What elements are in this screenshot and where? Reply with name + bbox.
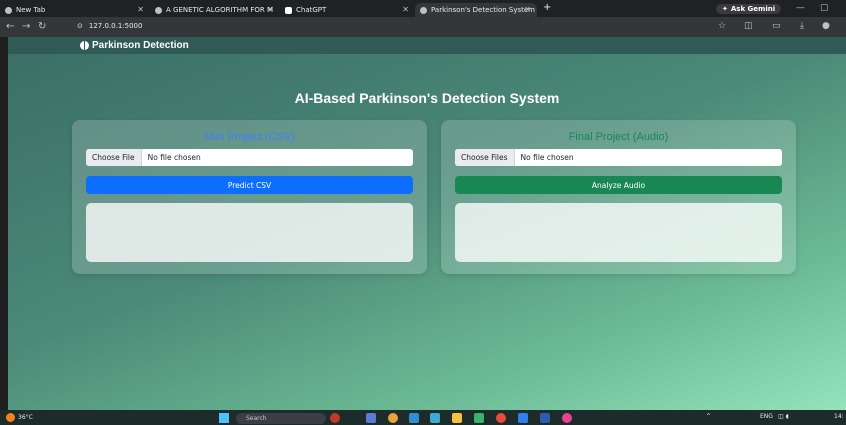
page-title: AI-Based Parkinson's Detection System (294, 90, 560, 106)
app-navbar: Parkinson Detection (8, 37, 846, 54)
address-bar-row: ← → ↻ ⊙ 127.0.0.1:5000 ☆ ◫ ▭ ⤓ ● (0, 17, 846, 37)
predict-csv-button[interactable]: Predict CSV (86, 176, 413, 194)
mini-project-card: Mini Project (CSV) Choose File No file c… (72, 120, 427, 274)
choose-file-button[interactable]: Choose File (86, 149, 142, 166)
store-icon[interactable] (430, 413, 440, 423)
gemini-star-icon: ✦ (722, 5, 728, 13)
taskbar-app-icon[interactable] (474, 413, 484, 423)
file-status: No file chosen (520, 153, 574, 162)
tray-overflow-icon[interactable]: ^ (706, 413, 711, 420)
brain-icon (80, 41, 89, 50)
card-title: Final Project (Audio) (568, 131, 669, 143)
reload-icon[interactable]: ↻ (38, 21, 46, 32)
close-tab-icon[interactable]: ✕ (137, 5, 144, 14)
tab-favicon-icon (5, 6, 12, 14)
back-icon[interactable]: ← (6, 21, 14, 32)
bookmark-star-icon[interactable]: ☆ (718, 21, 726, 31)
extensions-icon[interactable]: ◫ (744, 21, 753, 31)
tab-favicon-icon (155, 6, 162, 14)
taskbar-app-icon[interactable] (562, 413, 572, 423)
close-tab-icon[interactable]: ✕ (267, 5, 274, 14)
file-explorer-icon[interactable] (452, 413, 462, 423)
windows-taskbar: 36°C Search ^ ENG ◫ ◖ 14: (0, 410, 846, 425)
minimize-icon[interactable]: — (796, 3, 805, 13)
task-view-icon[interactable] (366, 413, 376, 423)
new-tab-button[interactable]: + (543, 2, 551, 13)
tab-new-tab[interactable]: New Tab ✕ (0, 3, 150, 17)
taskbar-app-icon[interactable] (330, 413, 340, 423)
audio-file-input[interactable]: Choose Files No file chosen (455, 149, 782, 166)
profile-avatar-icon[interactable]: ● (822, 21, 830, 31)
download-icon[interactable]: ⤓ (800, 21, 804, 31)
tab-chatgpt[interactable]: ChatGPT ✕ (280, 3, 415, 17)
navbar-brand[interactable]: Parkinson Detection (80, 40, 189, 51)
weather-sun-icon (6, 413, 15, 422)
browser-tab-strip: New Tab ✕ A GENETIC ALGORITHM FOR M ✕ Ch… (0, 0, 846, 17)
taskbar-app-icon[interactable] (496, 413, 506, 423)
ask-gemini-button[interactable]: ✦ Ask Gemini (716, 4, 782, 14)
tab-favicon-icon (420, 6, 427, 14)
clock[interactable]: 14: (834, 413, 844, 420)
restore-icon[interactable]: ▢ (820, 3, 829, 13)
tab-genetic-algorithm[interactable]: A GENETIC ALGORITHM FOR M ✕ (150, 3, 280, 17)
page-body: AI-Based Parkinson's Detection System Mi… (8, 54, 846, 410)
card-title: Mini Project (CSV) (204, 131, 295, 143)
csv-file-input[interactable]: Choose File No file chosen (86, 149, 413, 166)
choose-files-button[interactable]: Choose Files (455, 149, 515, 166)
forward-icon[interactable]: → (22, 21, 30, 32)
audio-result-box (455, 203, 782, 262)
wifi-volume-icon[interactable]: ◫ ◖ (778, 413, 789, 420)
taskbar-search[interactable]: Search (236, 413, 326, 424)
site-info-icon[interactable]: ⊙ (77, 22, 83, 30)
vscode-icon[interactable] (518, 413, 528, 423)
file-status: No file chosen (147, 153, 201, 162)
edge-icon[interactable] (409, 413, 419, 423)
close-tab-icon[interactable]: ✕ (524, 5, 531, 14)
final-project-card: Final Project (Audio) Choose Files No fi… (441, 120, 796, 274)
analyze-audio-button[interactable]: Analyze Audio (455, 176, 782, 194)
windows-start-icon[interactable] (219, 413, 229, 423)
csv-result-box (86, 203, 413, 262)
tab-parkinsons[interactable]: Parkinson's Detection System ✕ (415, 3, 537, 17)
side-panel-icon[interactable]: ▭ (772, 21, 781, 31)
chatgpt-favicon-icon (285, 6, 292, 14)
taskbar-app-icon[interactable] (540, 413, 550, 423)
language-indicator[interactable]: ENG (760, 413, 773, 420)
close-tab-icon[interactable]: ✕ (402, 5, 409, 14)
address-bar[interactable]: ⊙ 127.0.0.1:5000 (77, 22, 142, 30)
weather-widget[interactable]: 36°C (6, 413, 33, 422)
chrome-icon[interactable] (388, 413, 398, 423)
